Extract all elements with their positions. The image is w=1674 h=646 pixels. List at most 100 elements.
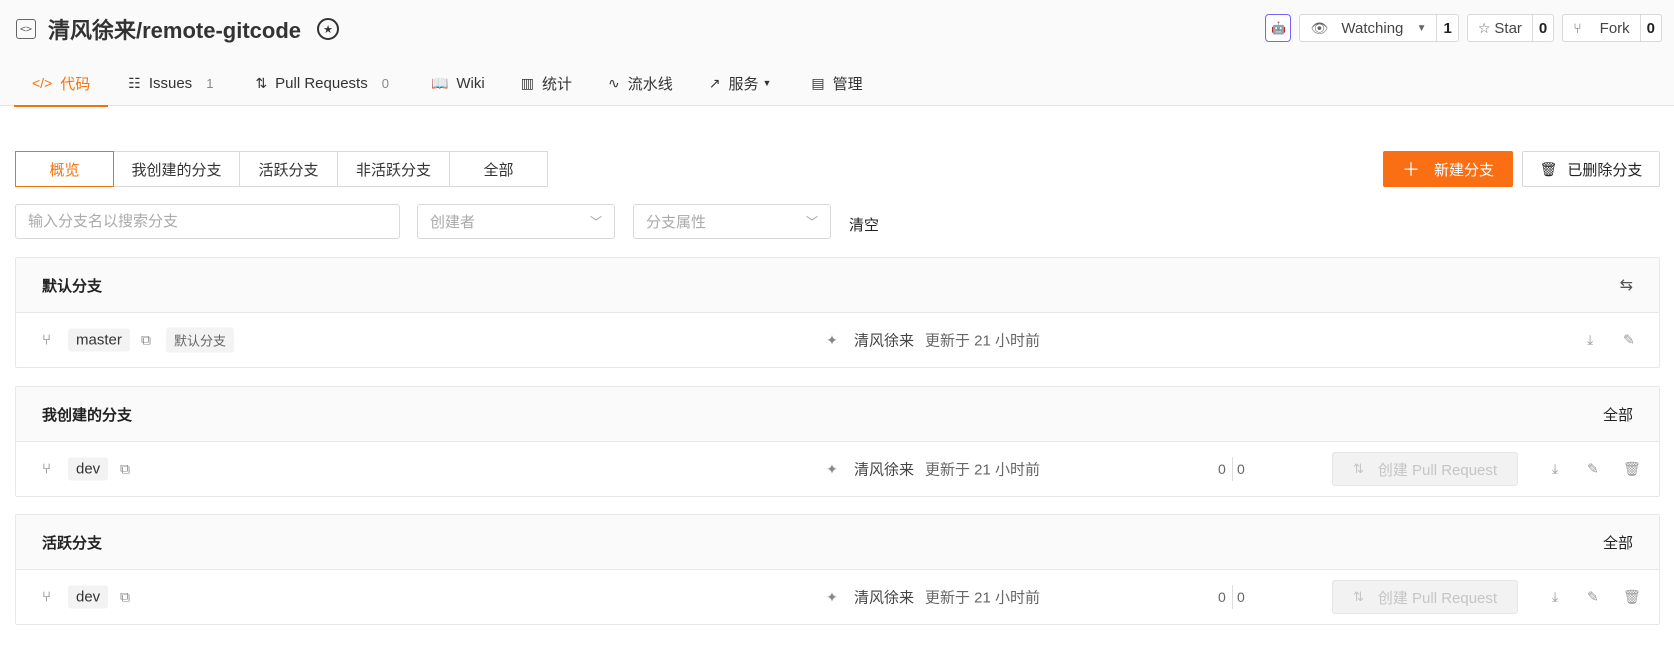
tab-manage[interactable]: ▤ 管理 bbox=[789, 60, 880, 106]
settings-doc-icon: ▤ bbox=[811, 74, 825, 91]
branch-icon: ⑂ bbox=[42, 460, 52, 478]
branch-attr-select[interactable]: 分支属性 ﹀ bbox=[633, 204, 831, 239]
branch-name[interactable]: dev bbox=[68, 457, 109, 481]
copy-icon[interactable]: ⧉ bbox=[141, 332, 151, 349]
segment-mine[interactable]: 我创建的分支 bbox=[113, 151, 240, 187]
tab-pipeline[interactable]: ∿ 流水线 bbox=[590, 60, 691, 106]
branch-row: ⑂ master ⧉ 默认分支 ✦ 清风徐来 更新于 21 小时前 ⤓ ✎ bbox=[16, 313, 1659, 367]
count-divider bbox=[1232, 585, 1233, 609]
tab-wiki[interactable]: 📖 Wiki bbox=[407, 60, 503, 106]
edit-icon[interactable]: ✎ bbox=[1587, 461, 1599, 478]
panel-title: 默认分支 bbox=[42, 277, 103, 295]
branch-updated: 更新于 21 小时前 bbox=[925, 332, 1041, 350]
code-repo-icon: <> bbox=[16, 19, 36, 39]
branch-filter-segments: 概览 我创建的分支 活跃分支 非活跃分支 全部 bbox=[15, 151, 548, 187]
delete-icon[interactable]: 🗑 bbox=[1623, 589, 1641, 606]
panel-header: 默认分支 ⇆ bbox=[16, 258, 1659, 313]
fork-label: Fork bbox=[1599, 19, 1630, 37]
star-label: Star bbox=[1494, 19, 1522, 37]
chevron-down-icon: ﹀ bbox=[589, 215, 602, 229]
avatar[interactable]: ✦ bbox=[819, 584, 845, 610]
plus-icon: ＋ bbox=[1401, 160, 1420, 180]
attr-placeholder: 分支属性 bbox=[646, 214, 707, 231]
eye-icon: 👁 bbox=[1310, 19, 1329, 36]
download-icon[interactable]: ⤓ bbox=[1587, 332, 1593, 349]
repo-tabs: </> 代码 ☷ Issues 1 ⇅ Pull Requests 0 📖 Wi… bbox=[14, 60, 881, 107]
branch-author[interactable]: 清风徐来 bbox=[854, 330, 914, 351]
download-icon[interactable]: ⤓ bbox=[1552, 589, 1558, 606]
tab-label: 统计 bbox=[541, 75, 572, 93]
star-count[interactable]: 0 bbox=[1531, 15, 1553, 41]
view-all-link[interactable]: 全部 bbox=[1603, 404, 1633, 425]
segment-active[interactable]: 活跃分支 bbox=[239, 151, 338, 187]
creator-select[interactable]: 创建者 ﹀ bbox=[417, 204, 615, 239]
pr-label: 创建 Pull Request bbox=[1377, 461, 1498, 479]
tab-pull-requests[interactable]: ⇅ Pull Requests 0 bbox=[231, 60, 407, 106]
panel-title: 我创建的分支 bbox=[42, 406, 133, 424]
segment-all[interactable]: 全部 bbox=[449, 151, 548, 187]
award-badge-icon[interactable]: ★ bbox=[317, 18, 340, 40]
caret-down-icon: ▼ bbox=[762, 78, 772, 88]
branch-author[interactable]: 清风徐来 bbox=[854, 587, 914, 608]
segment-overview[interactable]: 概览 bbox=[15, 151, 114, 187]
edit-icon[interactable]: ✎ bbox=[1587, 589, 1599, 606]
avatar[interactable]: ✦ bbox=[819, 327, 845, 353]
branch-icon: ⑂ bbox=[42, 331, 52, 349]
repo-heading: <> 清风徐来/remote-gitcode ★ bbox=[16, 13, 340, 45]
panel-header: 活跃分支 全部 bbox=[16, 515, 1659, 570]
tab-label: 管理 bbox=[832, 75, 863, 93]
my-branches-panel: 我创建的分支 全部 ⑂ dev ⧉ ✦ 清风徐来 更新于 21 小时前 0 0 … bbox=[15, 386, 1660, 497]
panel-title: 活跃分支 bbox=[42, 534, 103, 552]
repo-actions: 🤖 👁 Watching ▼ 1 ☆ Star 0 ⑂ Fork 0 bbox=[1265, 14, 1662, 42]
creator-placeholder: 创建者 bbox=[430, 214, 476, 231]
branch-name[interactable]: master bbox=[68, 328, 130, 352]
tab-stats[interactable]: ▥ 统计 bbox=[503, 60, 590, 106]
edit-icon[interactable]: ✎ bbox=[1623, 332, 1635, 349]
deleted-branches-label: 已删除分支 bbox=[1567, 161, 1643, 179]
star-button[interactable]: ☆ Star 0 bbox=[1466, 14, 1555, 42]
fork-button[interactable]: ⑂ Fork 0 bbox=[1562, 14, 1662, 42]
delete-icon[interactable]: 🗑 bbox=[1623, 461, 1641, 478]
create-pull-request-button[interactable]: ⇅ 创建 Pull Request bbox=[1332, 452, 1518, 486]
active-branches-panel: 活跃分支 全部 ⑂ dev ⧉ ✦ 清风徐来 更新于 21 小时前 0 0 ⇅ … bbox=[15, 514, 1660, 625]
segment-inactive[interactable]: 非活跃分支 bbox=[337, 151, 450, 187]
tab-label: Wiki bbox=[456, 74, 485, 92]
tab-services[interactable]: ↗ 服务 ▼ bbox=[691, 60, 790, 106]
avatar[interactable]: ✦ bbox=[819, 456, 845, 482]
caret-down-icon: ▼ bbox=[1416, 22, 1427, 34]
branch-author[interactable]: 清风徐来 bbox=[854, 459, 914, 480]
ai-assistant-icon[interactable]: 🤖 bbox=[1265, 14, 1292, 42]
bar-chart-icon: ▥ bbox=[520, 74, 534, 91]
new-branch-label: 新建分支 bbox=[1433, 161, 1494, 179]
issues-icon: ☷ bbox=[128, 74, 141, 91]
pull-request-icon: ⇅ bbox=[1352, 589, 1364, 604]
branch-search-input[interactable] bbox=[15, 204, 400, 239]
deleted-branches-button[interactable]: 🗑 已删除分支 bbox=[1522, 151, 1660, 187]
create-pull-request-button[interactable]: ⇅ 创建 Pull Request bbox=[1332, 580, 1518, 614]
pull-request-icon: ⇅ bbox=[255, 74, 268, 91]
branch-name[interactable]: dev bbox=[68, 585, 109, 609]
star-icon: ☆ bbox=[1477, 19, 1491, 36]
copy-icon[interactable]: ⧉ bbox=[120, 589, 130, 606]
tab-label: Issues bbox=[148, 74, 193, 92]
repo-title[interactable]: 清风徐来/remote-gitcode bbox=[48, 13, 301, 45]
download-icon[interactable]: ⤓ bbox=[1552, 461, 1558, 478]
tab-count: 1 bbox=[206, 75, 214, 91]
copy-icon[interactable]: ⧉ bbox=[120, 461, 130, 478]
tab-count: 0 bbox=[381, 75, 389, 91]
behind-count: 0 bbox=[1218, 461, 1226, 477]
watch-count[interactable]: 1 bbox=[1436, 15, 1457, 41]
line-chart-icon: ↗ bbox=[708, 74, 721, 91]
branch-row: ⑂ dev ⧉ ✦ 清风徐来 更新于 21 小时前 0 0 ⇅ 创建 Pull … bbox=[16, 442, 1659, 496]
fork-icon: ⑂ bbox=[1573, 20, 1582, 36]
view-all-link[interactable]: 全部 bbox=[1603, 532, 1633, 553]
count-divider bbox=[1232, 457, 1233, 481]
fork-count[interactable]: 0 bbox=[1639, 15, 1661, 41]
new-branch-button[interactable]: ＋ 新建分支 bbox=[1383, 151, 1513, 187]
chevron-down-icon: ﹀ bbox=[805, 215, 818, 229]
tab-code[interactable]: </> 代码 bbox=[14, 60, 109, 107]
tab-issues[interactable]: ☷ Issues 1 bbox=[108, 60, 231, 106]
switch-default-icon[interactable]: ⇆ bbox=[1620, 275, 1633, 295]
clear-filters-link[interactable]: 清空 bbox=[849, 214, 879, 235]
watch-button[interactable]: 👁 Watching ▼ 1 bbox=[1299, 14, 1459, 42]
